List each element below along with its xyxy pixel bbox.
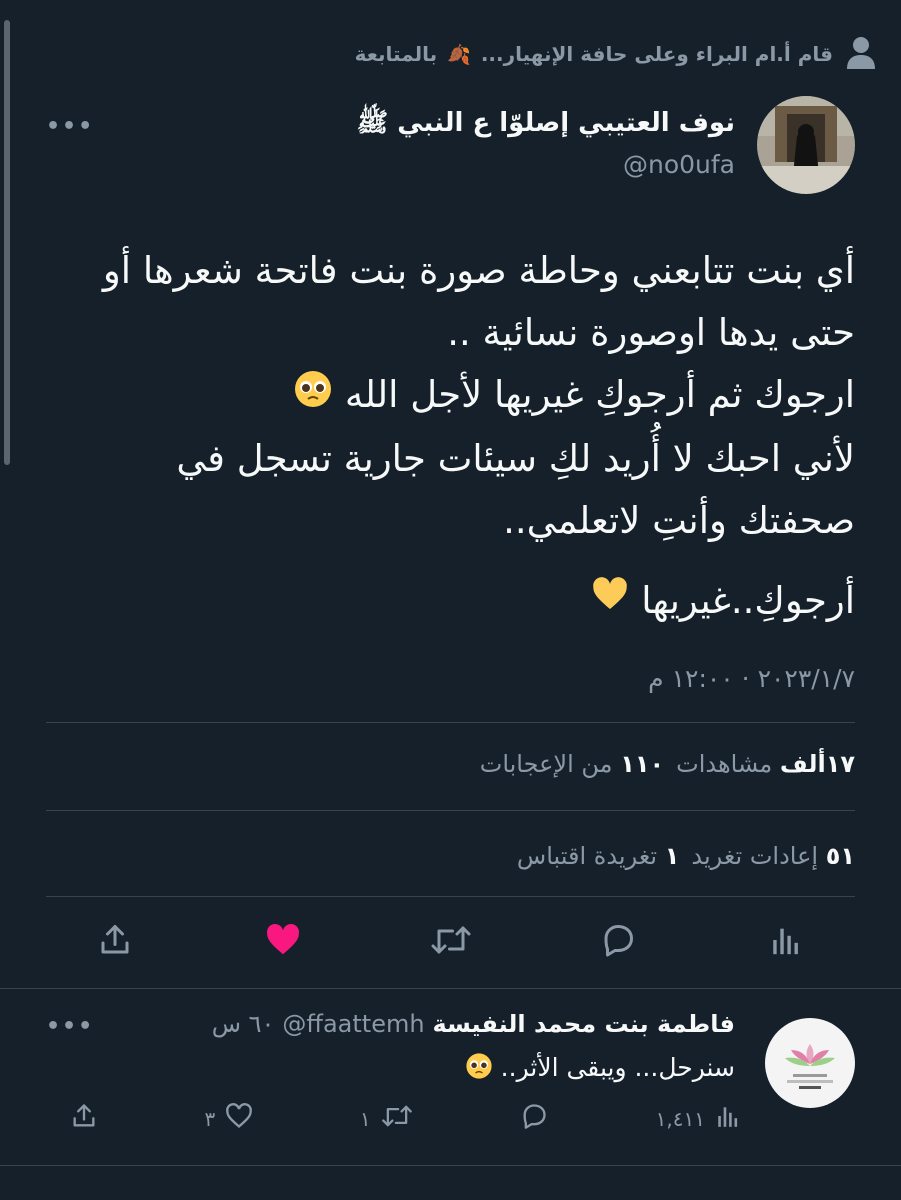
likes-stat[interactable]: ١١٠ من الإعجابات xyxy=(480,750,664,778)
social-context-suffix: بالمتابعة xyxy=(354,42,438,66)
reply-time[interactable]: ٦٠ س xyxy=(212,1010,275,1038)
reply-icon[interactable] xyxy=(593,915,643,965)
reply-retweet[interactable]: ١ xyxy=(360,1102,413,1135)
reply-text-content: سنرحل... ويبقى الأثر.. xyxy=(500,1053,735,1082)
views-count: ١٧ألف xyxy=(779,750,855,778)
divider xyxy=(46,810,855,811)
views-stat[interactable]: ١٧ألف مشاهدات xyxy=(676,750,855,778)
tweet-line-with-emoji: ارجوك ثم أرجوكِ غيريها لأجل الله xyxy=(35,364,855,428)
tweet-line: حتى يدها اوصورة نسائية .. xyxy=(447,311,855,354)
share-icon[interactable] xyxy=(70,1102,98,1135)
quotes-count: ١ xyxy=(664,842,680,870)
retweet-icon[interactable] xyxy=(381,1102,413,1135)
tweet-text: أي بنت تتابعني وحاطة صورة بنت فاتحة شعره… xyxy=(35,240,855,633)
stats-retweets-quotes: ٥١ إعادات تغريد ١ تغريدة اقتباس xyxy=(517,842,855,870)
reply-like[interactable]: ٣ xyxy=(205,1102,254,1135)
avatar[interactable] xyxy=(757,96,855,194)
more-icon[interactable]: ••• xyxy=(46,114,94,139)
tweet-timestamp[interactable]: ٢٠٢٣/١/٧ · ١٢:٠٠ م xyxy=(648,664,855,693)
pleading-face-emoji-icon xyxy=(293,366,333,428)
yellow-heart-icon xyxy=(590,571,630,633)
likes-count: ١١٠ xyxy=(620,750,665,778)
leaf-icon: 🍂 xyxy=(447,43,471,66)
reply-views[interactable]: ١,٤١١ xyxy=(656,1102,741,1135)
reply-share[interactable] xyxy=(70,1102,98,1135)
retweets-count: ٥١ xyxy=(825,842,855,870)
reply-icon[interactable] xyxy=(519,1102,549,1135)
more-icon[interactable]: ••• xyxy=(46,1014,94,1039)
reply-handle[interactable]: @ffaattemh xyxy=(282,1010,424,1038)
stats-views-likes: ١٧ألف مشاهدات ١١٠ من الإعجابات xyxy=(480,750,855,778)
tweet-line-with-emoji: أرجوكِ..غيريها xyxy=(35,570,855,634)
display-name[interactable]: نوف العتيبي إصلوّا ع النبي ﷺ xyxy=(357,106,735,144)
divider xyxy=(46,722,855,723)
reply-avatar[interactable] xyxy=(765,1018,855,1108)
analytics-icon[interactable] xyxy=(715,1102,741,1135)
pleading-face-emoji-icon xyxy=(465,1052,493,1086)
share-icon[interactable] xyxy=(90,915,140,965)
tweet-line: أي بنت تتابعني وحاطة صورة بنت فاتحة شعره… xyxy=(102,249,855,292)
quotes-label: تغريدة اقتباس xyxy=(516,842,658,870)
social-context[interactable]: قام أ.ام البراء وعلى حافة الإنهيار... 🍂 … xyxy=(355,34,879,74)
retweets-stat[interactable]: ٥١ إعادات تغريد xyxy=(691,842,855,870)
tweet-line: صحفتك وأنتِ لاتعلمي.. xyxy=(503,498,855,542)
divider xyxy=(46,896,855,897)
reply-display-name[interactable]: فاطمة بنت محمد النفيسة xyxy=(433,1010,735,1038)
scrollbar[interactable] xyxy=(4,20,10,465)
handle[interactable]: @no0ufa xyxy=(357,150,735,179)
reply-header[interactable]: فاطمة بنت محمد النفيسة @ffaattemh ٦٠ س xyxy=(212,1010,735,1038)
person-icon xyxy=(843,36,879,72)
tweet-author[interactable]: نوف العتيبي إصلوّا ع النبي ﷺ @no0ufa xyxy=(357,106,735,179)
reply-reply[interactable] xyxy=(519,1102,549,1135)
reply-text: سنرحل... ويبقى الأثر.. xyxy=(465,1052,735,1086)
divider xyxy=(0,1165,901,1166)
tweet-action-bar xyxy=(90,915,811,965)
views-label: مشاهدات xyxy=(676,750,773,778)
reply-views-count: ١,٤١١ xyxy=(655,1106,705,1131)
social-context-text: قام أ.ام البراء وعلى حافة الإنهيار... xyxy=(480,42,833,66)
heart-icon[interactable] xyxy=(258,915,308,965)
likes-label: من الإعجابات xyxy=(479,750,613,778)
tweet-line: لأني احبك لا أُريد لكِ سيئات جارية تسجل … xyxy=(176,436,855,480)
tweet-line: أرجوكِ..غيريها xyxy=(641,578,855,622)
tweet-line: ارجوك ثم أرجوكِ غيريها لأجل الله xyxy=(344,373,855,416)
divider xyxy=(0,988,901,989)
reply-like-count: ٣ xyxy=(204,1106,216,1131)
retweets-label: إعادات تغريد xyxy=(691,842,819,870)
heart-icon[interactable] xyxy=(225,1102,253,1135)
quotes-stat[interactable]: ١ تغريدة اقتباس xyxy=(517,842,680,870)
retweet-icon[interactable] xyxy=(426,915,476,965)
reply-retweet-count: ١ xyxy=(359,1106,371,1131)
reply-action-bar: ٣ ١ ١,٤١١ xyxy=(70,1102,741,1135)
analytics-icon[interactable] xyxy=(761,915,811,965)
